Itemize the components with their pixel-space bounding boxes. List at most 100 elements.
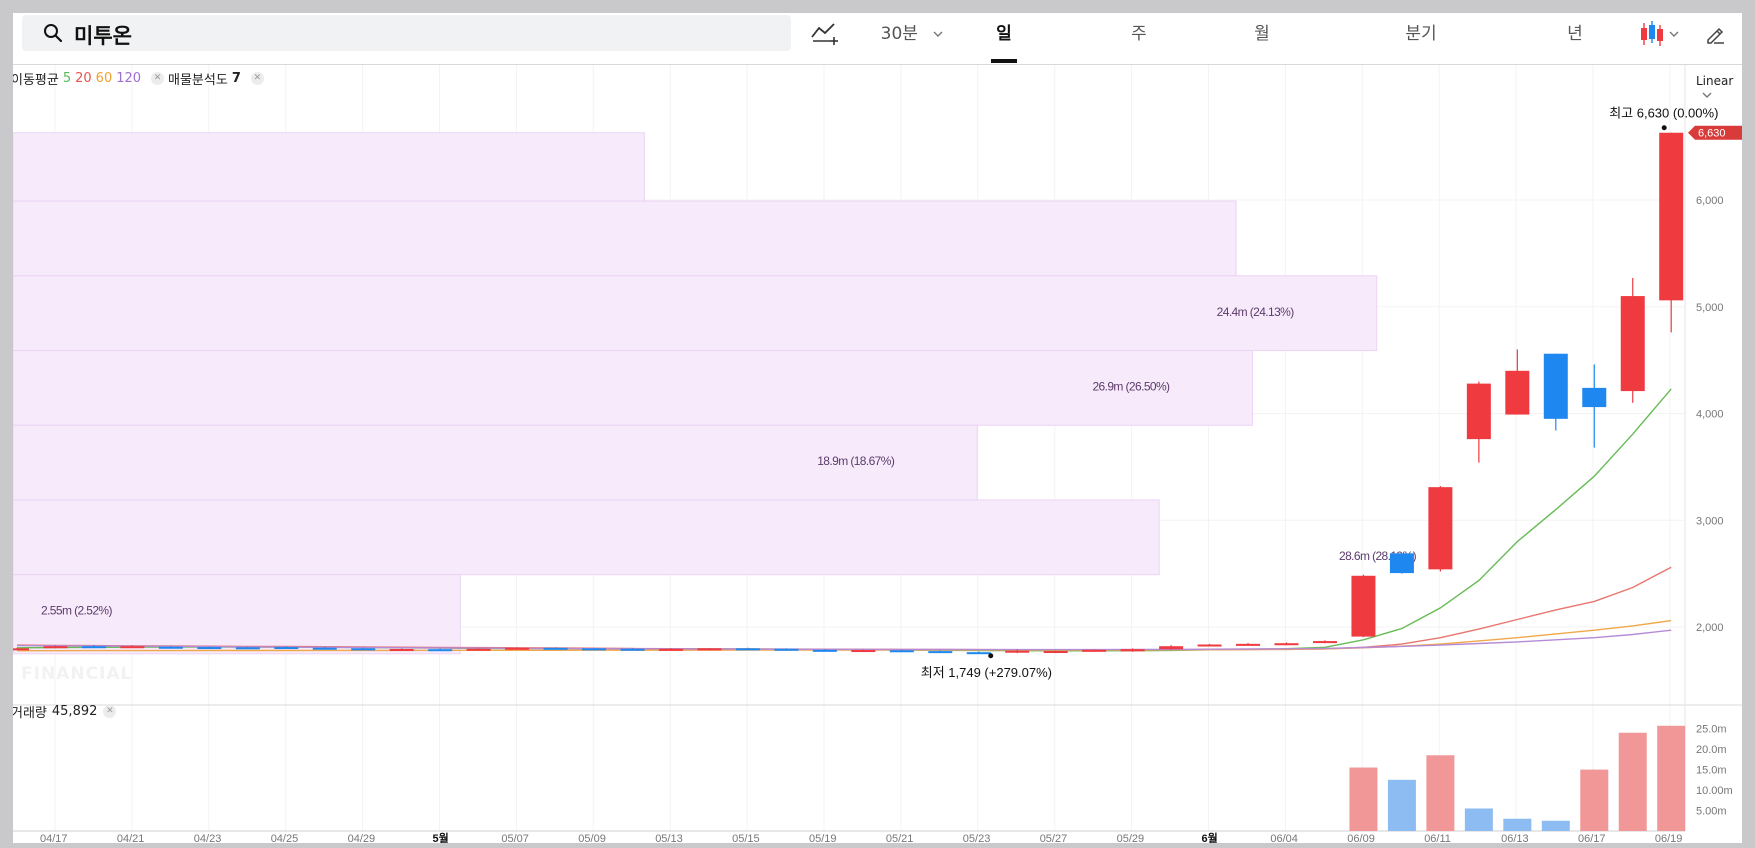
volume-profile-label: 매물분석도 [168,73,228,88]
ma-60: 60 [95,71,113,86]
candle-body [1312,641,1337,644]
volume-legend[interactable]: 거래량 45,892 ✕ [13,702,117,721]
candle-body [812,649,837,652]
candle-body [582,648,607,651]
high-marker [1661,125,1667,131]
tab-quarter[interactable]: 분기 [1391,19,1451,49]
volume-bar [1349,767,1378,831]
close-icon[interactable]: ✕ [250,72,264,85]
volume-bar [1618,732,1647,831]
x-axis-tick: 04/21 [117,833,145,843]
x-axis-tick: 06/09 [1347,833,1375,843]
chevron-down-icon [1702,92,1712,98]
volume-bar [1657,725,1686,831]
x-axis-tick: 06/19 [1655,833,1683,843]
ma-label: 이동평균 [13,73,59,88]
tab-week[interactable]: 주 [1114,19,1164,49]
ma-5: 5 [62,71,72,86]
x-axis-tick: 5월 [433,831,449,843]
candle-body [966,652,991,655]
candle-body [1159,646,1184,650]
scale-mode-dropdown[interactable]: Linear [1696,74,1742,102]
volume-axis-tick: 5.00m [1696,806,1727,818]
low-annotation: 최저 1,749 (+279.07%) [921,665,1052,680]
x-axis-tick: 06/17 [1578,833,1606,843]
candle-body [1620,296,1645,392]
volume-value: 45,892 [51,704,98,719]
ma-120: 120 [116,71,142,86]
candle-body [889,650,914,653]
candle-body [235,647,260,650]
y-axis-tick: 3,000 [1696,515,1724,527]
tab-month[interactable]: 월 [1237,19,1287,49]
candle-body [1197,644,1222,647]
y-axis-tick: 5,000 [1696,302,1724,314]
scale-mode-label: Linear [1696,74,1734,88]
x-axis-tick: 04/29 [348,833,376,843]
x-axis-tick: 05/19 [809,833,837,843]
candle-body [735,648,760,651]
volume-profile-bar [13,350,1253,426]
volume-profile-label: 26.9m (26.50%) [1092,380,1170,394]
candle-body [466,648,491,651]
drawing-tool-button[interactable] [810,19,840,47]
x-axis-tick: 06/11 [1424,833,1451,843]
candle-body [1582,387,1607,408]
search-icon [44,24,63,43]
volume-profile-value: 7 [231,71,241,86]
x-axis-tick: 06/13 [1501,833,1529,843]
candle-body [1659,132,1684,301]
candle-body [351,648,376,651]
volume-profile-legend[interactable]: 매물분석도 7 ✕ [168,69,264,88]
tab-day[interactable]: 일 [979,19,1029,49]
candle-body [428,649,453,652]
volume-profile-bar [13,132,645,202]
price-chart[interactable]: 6,000 5,000 4,000 3,000 2,000 24.4m (24.13%) 2… [13,13,1742,843]
stock-search-field[interactable]: 미투온 [22,15,791,51]
candle-body [1120,649,1145,652]
close-icon[interactable]: ✕ [103,705,117,718]
ma-20: 20 [75,71,92,86]
high-annotation: 최고 6,630 (0.00%) [1609,106,1718,121]
close-icon[interactable]: ✕ [151,72,165,85]
tab-year[interactable]: 년 [1550,19,1600,49]
chart-app: 6,000 5,000 4,000 3,000 2,000 24.4m (24.13%) 2… [13,13,1742,843]
watermark: FINANCIAL [21,664,133,684]
moving-average-legend[interactable]: 이동평균 5 20 60 120 ✕ [13,69,165,88]
chart-type-dropdown[interactable] [1638,19,1682,49]
interval-label: 30분 [880,24,918,44]
volume-profile-label: 18.9m (18.67%) [817,454,895,468]
candlestick-icon [1641,21,1679,46]
search-input[interactable]: 미투온 [74,20,132,50]
candle-body [658,648,683,651]
candle-body [774,648,799,651]
y-axis-tick: 6,000 [1696,195,1724,207]
y-axis-tick: 2,000 [1696,622,1724,634]
volume-profile-bar [13,275,1378,352]
candle-body [158,646,183,649]
interval-dropdown[interactable]: 30분 [872,19,952,49]
candle-body [197,647,222,650]
candle-body [13,648,29,651]
candle-body [1082,649,1107,652]
candle-body [1389,553,1414,574]
volume-label: 거래량 [13,706,47,721]
edit-button[interactable] [1701,20,1729,48]
candle-body [120,646,145,649]
x-axis-tick: 04/17 [40,833,68,843]
x-axis-tick: 05/13 [655,833,683,843]
pencil-icon [1707,27,1724,44]
volume-bar [1503,818,1532,831]
candle-body [1428,487,1453,570]
candle-body [1005,650,1030,653]
x-axis-tick: 05/07 [501,833,529,843]
volume-axis-tick: 25.0m [1696,724,1727,736]
active-tab-indicator [991,59,1017,63]
y-axis-tick: 4,000 [1696,409,1724,421]
candle-body [43,646,68,649]
candle-body [1043,651,1068,654]
low-marker [988,653,994,659]
x-axis-tick: 04/25 [271,833,299,843]
x-axis-tick: 05/23 [963,833,991,843]
candle-body [1543,353,1568,419]
